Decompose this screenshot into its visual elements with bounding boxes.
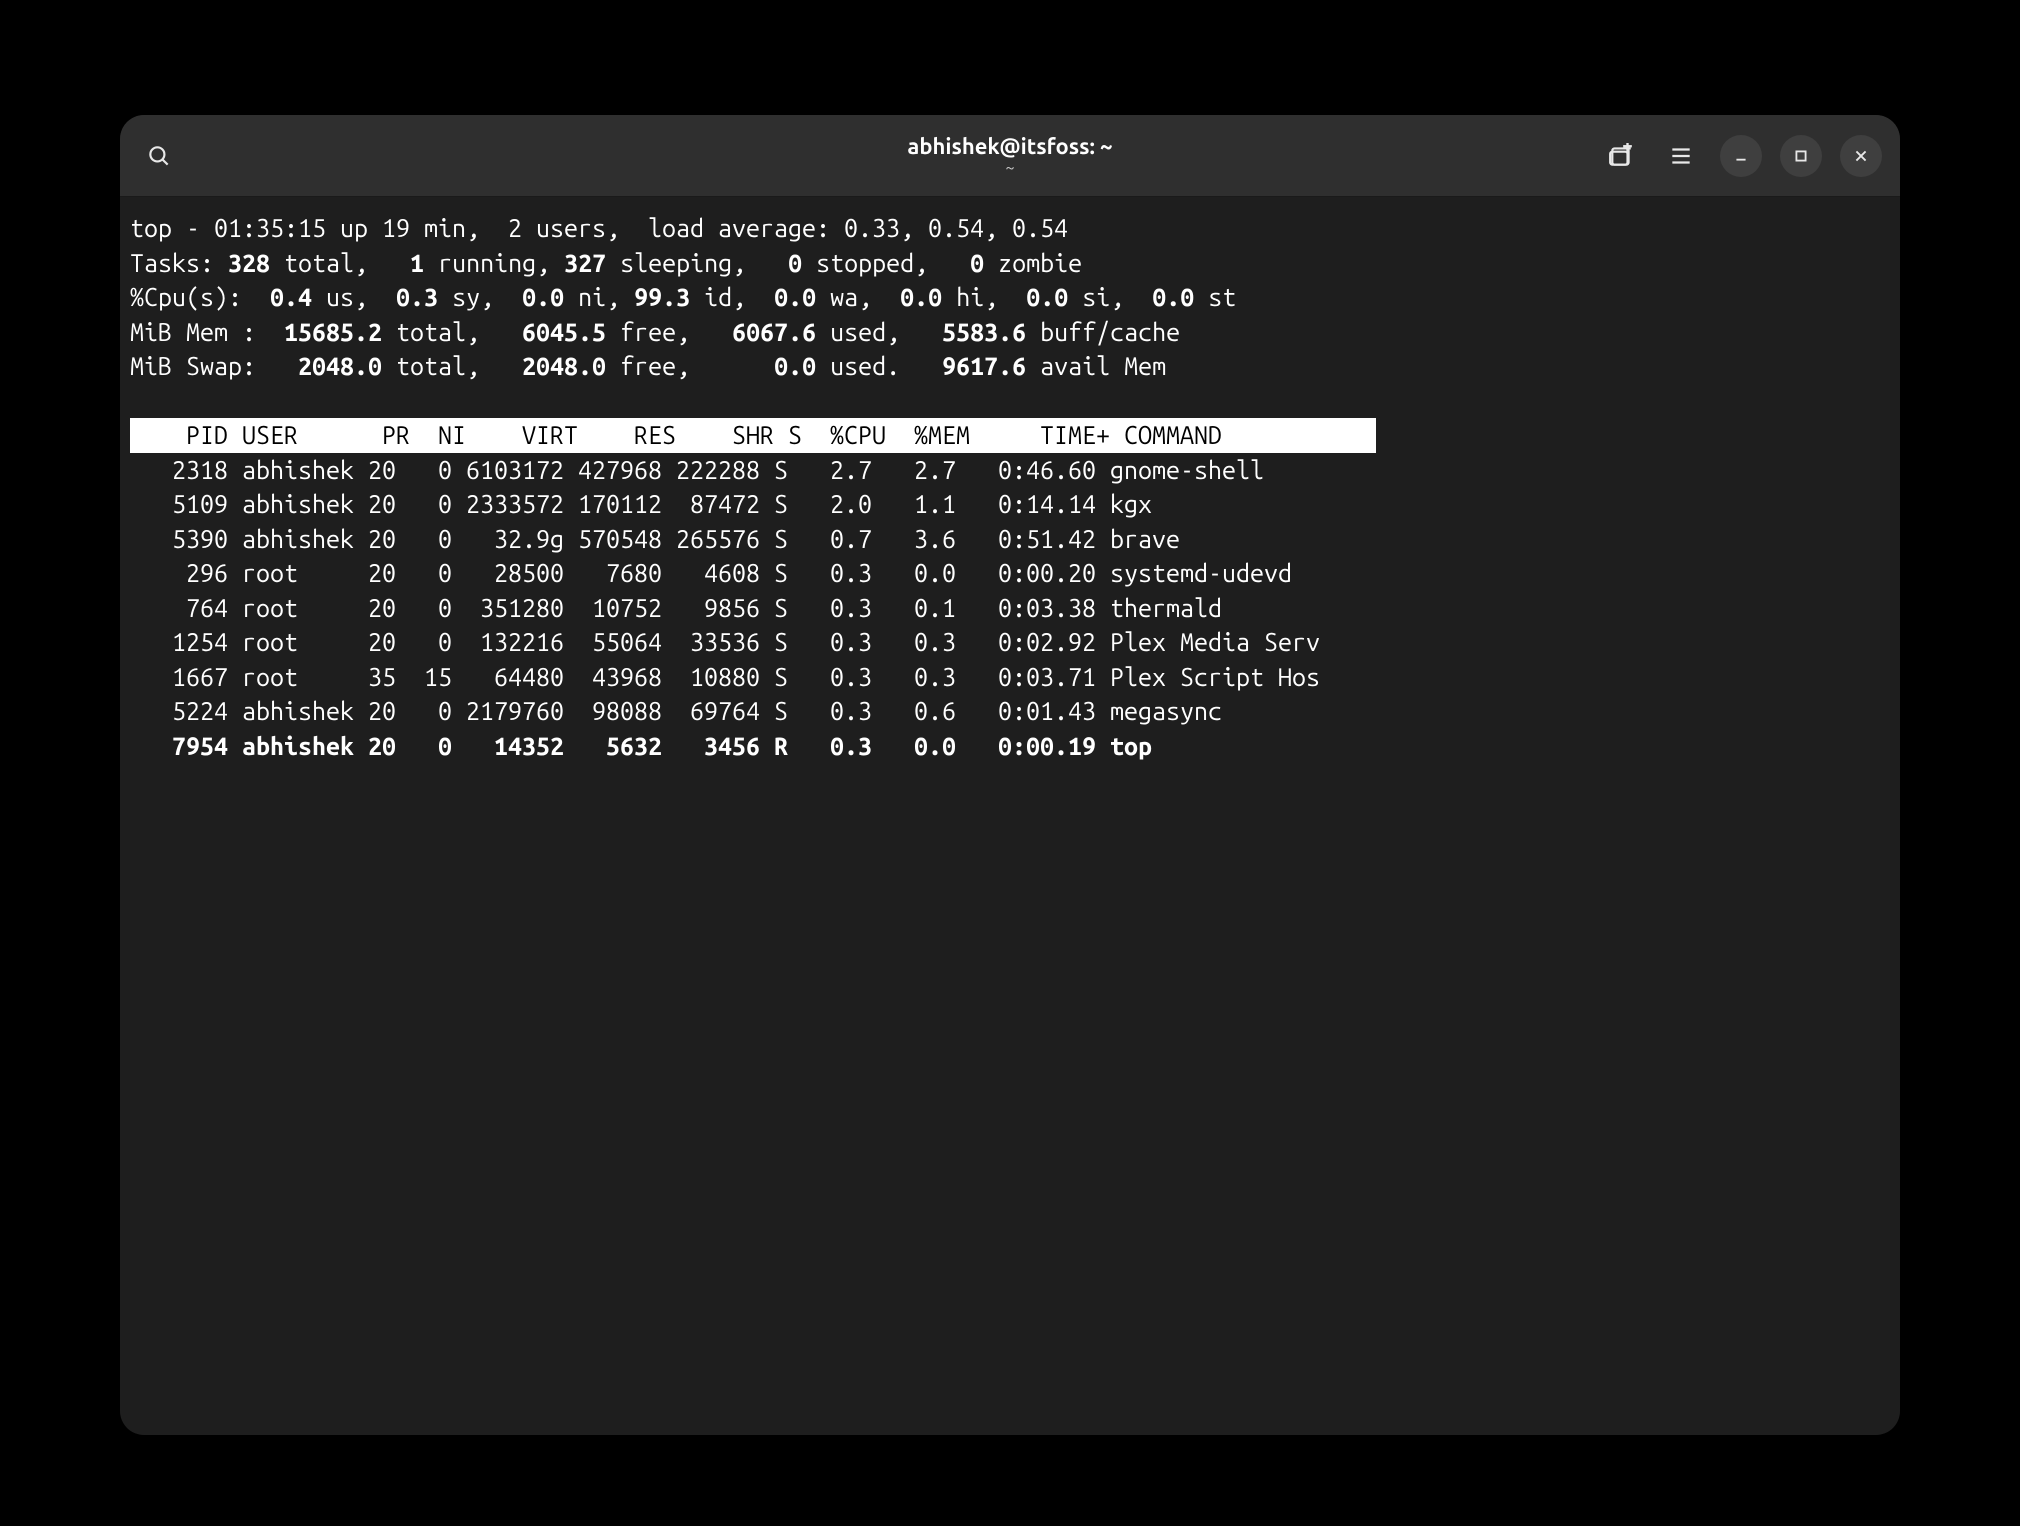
top-cpu-line: %Cpu(s): 0.4 us, 0.3 sy, 0.0 ni, 99.3 id…: [130, 280, 1890, 315]
minimize-button[interactable]: [1720, 135, 1762, 177]
window-subtitle: ~: [907, 158, 1112, 178]
process-header-row: PID USER PR NI VIRT RES SHR S %CPU %MEM …: [130, 418, 1890, 453]
maximize-button[interactable]: [1780, 135, 1822, 177]
top-tasks-line: Tasks: 328 total, 1 running, 327 sleepin…: [130, 246, 1890, 281]
blank-line: [130, 384, 1890, 419]
titlebar: abhishek@itsfoss: ~ ~: [120, 115, 1900, 197]
process-row: 5390 abhishek 20 0 32.9g 570548 265576 S…: [130, 522, 1890, 557]
top-summary-line: top - 01:35:15 up 19 min, 2 users, load …: [130, 211, 1890, 246]
process-row: 5224 abhishek 20 0 2179760 98088 69764 S…: [130, 694, 1890, 729]
terminal-content[interactable]: top - 01:35:15 up 19 min, 2 users, load …: [120, 197, 1900, 1435]
top-mem-line: MiB Mem : 15685.2 total, 6045.5 free, 60…: [130, 315, 1890, 350]
terminal-window: abhishek@itsfoss: ~ ~ top - 01:35:15 up …: [120, 115, 1900, 1435]
process-row: 7954 abhishek 20 0 14352 5632 3456 R 0.3…: [130, 729, 1890, 764]
process-row: 1254 root 20 0 132216 55064 33536 S 0.3 …: [130, 625, 1890, 660]
process-row: 2318 abhishek 20 0 6103172 427968 222288…: [130, 453, 1890, 488]
close-button[interactable]: [1840, 135, 1882, 177]
process-row: 1667 root 35 15 64480 43968 10880 S 0.3 …: [130, 660, 1890, 695]
top-swap-line: MiB Swap: 2048.0 total, 2048.0 free, 0.0…: [130, 349, 1890, 384]
window-title: abhishek@itsfoss: ~: [907, 133, 1112, 161]
search-icon[interactable]: [138, 135, 180, 177]
process-row: 296 root 20 0 28500 7680 4608 S 0.3 0.0 …: [130, 556, 1890, 591]
process-row: 764 root 20 0 351280 10752 9856 S 0.3 0.…: [130, 591, 1890, 626]
hamburger-menu-icon[interactable]: [1660, 135, 1702, 177]
new-tab-icon[interactable]: [1600, 135, 1642, 177]
process-row: 5109 abhishek 20 0 2333572 170112 87472 …: [130, 487, 1890, 522]
